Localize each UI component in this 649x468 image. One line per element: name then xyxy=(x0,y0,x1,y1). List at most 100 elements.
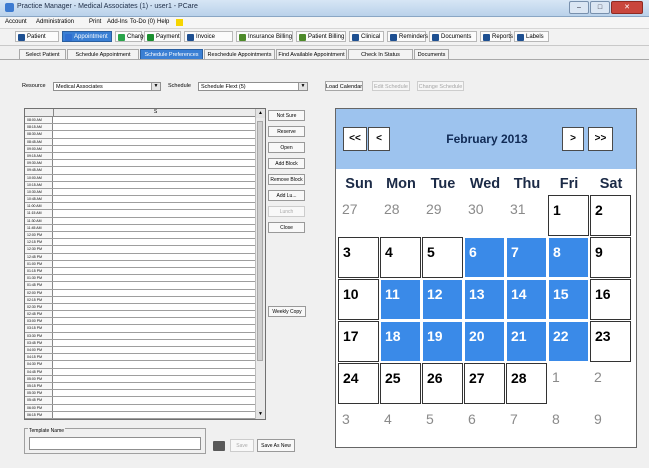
calendar-day-selected[interactable]: 22 xyxy=(548,321,589,362)
calendar-day-selected[interactable]: 19 xyxy=(422,321,463,362)
calendar-day[interactable]: 24 xyxy=(338,363,379,404)
resource-select[interactable]: Medical Associates ▼ xyxy=(53,82,161,91)
table-row[interactable]: 11:00 AM xyxy=(25,203,257,211)
load-calendar-button[interactable]: Load Calendar xyxy=(325,81,363,91)
table-row[interactable]: 04:15 PM xyxy=(25,354,257,362)
calendar-day-selected[interactable]: 11 xyxy=(380,279,421,320)
chevron-down-icon[interactable]: ▼ xyxy=(151,83,160,90)
table-row[interactable]: 06:00 PM xyxy=(25,404,257,412)
calendar-day-selected[interactable]: 15 xyxy=(548,279,589,320)
calendar-day[interactable]: 23 xyxy=(590,321,631,362)
printer-icon[interactable] xyxy=(213,441,225,451)
calendar-day-other-month[interactable]: 6 xyxy=(464,405,505,446)
table-row[interactable]: 01:15 PM xyxy=(25,267,257,276)
toolbar-clinical-button[interactable]: Clinical xyxy=(349,31,384,42)
table-row[interactable]: 01:00 PM xyxy=(25,260,257,268)
table-row[interactable]: 09:15 AM xyxy=(25,152,257,161)
table-row[interactable]: 09:45 AM xyxy=(25,167,257,175)
calendar-day-other-month[interactable]: 3 xyxy=(338,405,379,446)
table-row[interactable]: 02:45 PM xyxy=(25,311,257,319)
calendar-day[interactable]: 1 xyxy=(548,195,589,236)
scroll-thumb[interactable] xyxy=(257,121,263,361)
menu-administration[interactable]: Administration xyxy=(36,19,74,25)
calendar-day-other-month[interactable]: 30 xyxy=(464,195,505,236)
table-row[interactable]: 04:00 PM xyxy=(25,347,257,355)
calendar-day-other-month[interactable]: 29 xyxy=(422,195,463,236)
table-row[interactable]: 09:00 AM xyxy=(25,145,257,153)
toolbar-labels-button[interactable]: Labels xyxy=(514,31,549,42)
calendar-day-other-month[interactable]: 2 xyxy=(590,363,631,404)
table-row[interactable]: 02:30 PM xyxy=(25,303,257,312)
menu-help[interactable]: Help xyxy=(157,19,169,25)
toolbar-invoice-button[interactable]: Invoice xyxy=(184,31,233,42)
calendar-day[interactable]: 9 xyxy=(590,237,631,278)
table-row[interactable]: 12:45 PM xyxy=(25,253,257,261)
calendar-day-other-month[interactable]: 31 xyxy=(506,195,547,236)
table-row[interactable]: 10:30 AM xyxy=(25,188,257,197)
toolbar-charge-button[interactable]: Charge xyxy=(115,31,147,42)
calendar-day[interactable]: 17 xyxy=(338,321,379,362)
template-name-input[interactable] xyxy=(29,437,201,450)
calendar-day-other-month[interactable]: 27 xyxy=(338,195,379,236)
table-row[interactable]: 11:15 AM xyxy=(25,210,257,218)
table-row[interactable]: 09:30 AM xyxy=(25,160,257,168)
toolbar-appointment-button[interactable]: Appointment xyxy=(62,31,112,42)
tab-find-available-appointment[interactable]: Find Available Appointment xyxy=(276,49,347,59)
tab-reschedule-appointments[interactable]: Reschedule Appointments xyxy=(204,49,275,59)
calendar-day-other-month[interactable]: 1 xyxy=(548,363,589,404)
save-as-new-button[interactable]: Save As New xyxy=(257,439,295,452)
table-row[interactable]: 04:30 PM xyxy=(25,361,257,369)
calendar-day[interactable]: 28 xyxy=(506,363,547,404)
add-block-button[interactable]: Add Block xyxy=(268,158,305,169)
toolbar-patient-button[interactable]: Patient xyxy=(15,31,59,42)
add-lu-button[interactable]: Add Lu... xyxy=(268,190,305,201)
tab-select-patient[interactable]: Select Patient xyxy=(19,49,66,59)
menu-print[interactable]: Print xyxy=(89,19,101,25)
calendar-day-other-month[interactable]: 9 xyxy=(590,405,631,446)
table-row[interactable]: 03:45 PM xyxy=(25,339,257,347)
table-row[interactable]: 08:00 AM xyxy=(25,117,257,125)
calendar-day-other-month[interactable]: 5 xyxy=(422,405,463,446)
table-row[interactable]: 12:30 PM xyxy=(25,246,257,254)
change-schedule-button[interactable]: Change Schedule xyxy=(417,81,464,91)
prev-year-button[interactable]: << xyxy=(343,127,367,151)
table-row[interactable]: 01:45 PM xyxy=(25,282,257,290)
calendar-day-selected[interactable]: 14 xyxy=(506,279,547,320)
table-row[interactable]: 11:30 AM xyxy=(25,217,257,225)
calendar-day[interactable]: 2 xyxy=(590,195,631,236)
calendar-day-selected[interactable]: 6 xyxy=(464,237,505,278)
minimize-button[interactable]: – xyxy=(569,1,589,14)
schedule-select[interactable]: Schedule Flext (5) ▼ xyxy=(198,82,308,91)
tab-schedule-appointment[interactable]: Schedule Appointment xyxy=(67,49,139,59)
grid-scrollbar[interactable]: ▲ ▼ xyxy=(255,109,265,419)
maximize-button[interactable]: □ xyxy=(590,1,610,14)
table-row[interactable]: 03:30 PM xyxy=(25,332,257,340)
lightning-icon[interactable] xyxy=(176,19,183,26)
chevron-down-icon[interactable]: ▼ xyxy=(298,83,307,90)
toolbar-insurance-billing-button[interactable]: Insurance Billing xyxy=(236,31,293,42)
calendar-day[interactable]: 16 xyxy=(590,279,631,320)
table-row[interactable]: 08:30 AM xyxy=(25,131,257,139)
menu-account[interactable]: Account xyxy=(5,19,27,25)
not-sure-button[interactable]: Not Sure xyxy=(268,110,305,121)
toolbar-patient-billing-button[interactable]: Patient Billing xyxy=(296,31,346,42)
table-row[interactable]: 05:30 PM xyxy=(25,390,257,398)
table-row[interactable]: 12:00 PM xyxy=(25,232,257,240)
tab-check-in-status[interactable]: Check In Status xyxy=(348,49,413,59)
table-row[interactable]: 10:15 AM xyxy=(25,181,257,189)
table-row[interactable]: 03:15 PM xyxy=(25,325,257,333)
calendar-day[interactable]: 10 xyxy=(338,279,379,320)
calendar-day-other-month[interactable]: 28 xyxy=(380,195,421,236)
close-button[interactable]: Close xyxy=(268,222,305,233)
scroll-up-icon[interactable]: ▲ xyxy=(256,109,265,118)
remove-block-button[interactable]: Remove Block xyxy=(268,174,305,185)
scroll-down-icon[interactable]: ▼ xyxy=(256,410,265,419)
lunch-button[interactable]: Lunch xyxy=(268,206,305,217)
table-row[interactable]: 02:15 PM xyxy=(25,296,257,304)
tab-schedule-preferences[interactable]: Schedule Preferences xyxy=(140,49,203,59)
calendar-day-other-month[interactable]: 8 xyxy=(548,405,589,446)
table-row[interactable]: 01:30 PM xyxy=(25,275,257,283)
next-year-button[interactable]: >> xyxy=(588,127,613,151)
toolbar-documents-button[interactable]: Documents xyxy=(429,31,477,42)
toolbar-reminders-button[interactable]: Reminders xyxy=(387,31,428,42)
